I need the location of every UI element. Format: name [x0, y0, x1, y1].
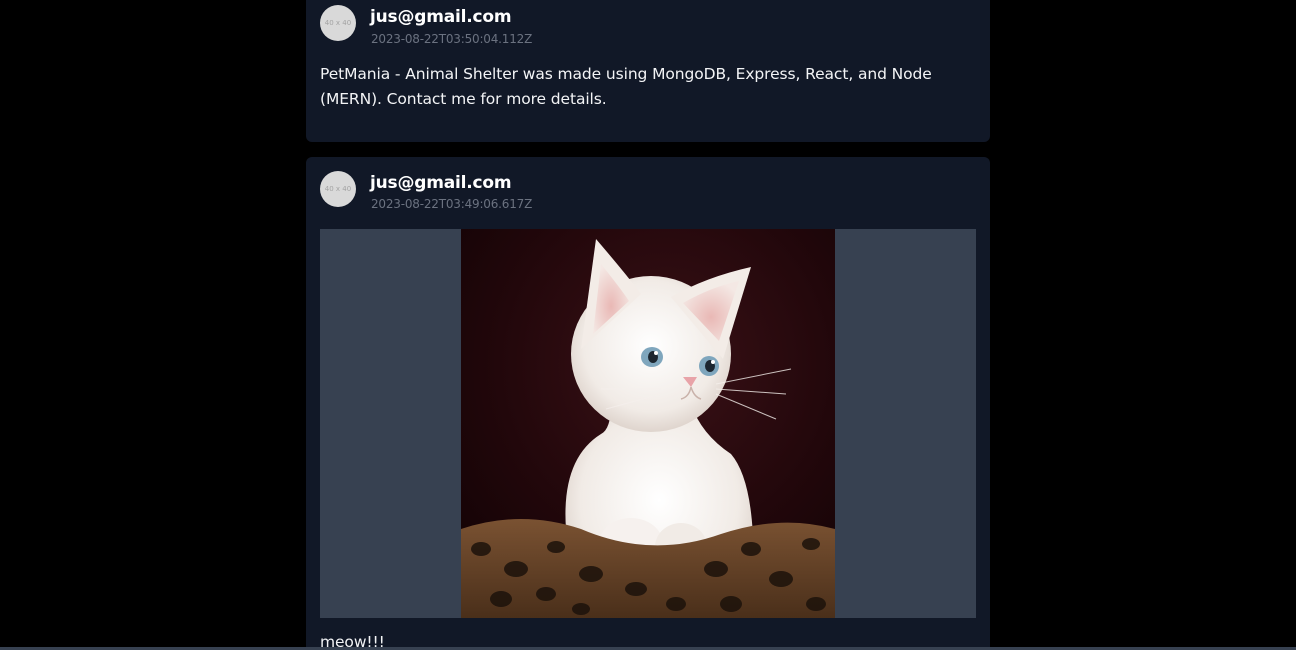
post-image-frame [320, 229, 976, 618]
post-text: PetMania - Animal Shelter was made using… [320, 65, 932, 108]
post-timestamp: 2023-08-22T03:49:06.617Z [371, 197, 533, 211]
post-card: 40 x 40 jus@gmail.com 2023-08-22T03:50:0… [306, 0, 990, 142]
post-author[interactable]: jus@gmail.com [370, 7, 512, 27]
post-author[interactable]: jus@gmail.com [370, 173, 512, 193]
post-card: 40 x 40 jus@gmail.com 2023-08-22T03:49:0… [306, 157, 990, 650]
avatar[interactable]: 40 x 40 [320, 171, 356, 207]
kitten-photo[interactable] [461, 229, 835, 618]
avatar[interactable]: 40 x 40 [320, 5, 356, 41]
post-timestamp: 2023-08-22T03:50:04.112Z [371, 32, 533, 46]
post-feed: 40 x 40 jus@gmail.com 2023-08-22T03:50:0… [0, 0, 1296, 650]
